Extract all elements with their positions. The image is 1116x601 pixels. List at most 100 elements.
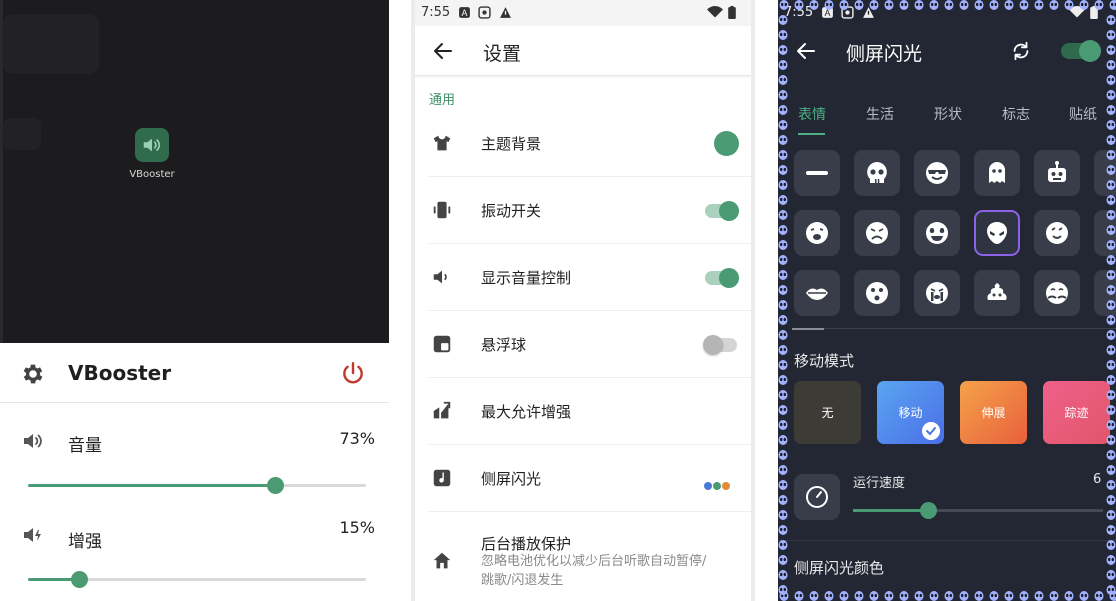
edge-alien-icon xyxy=(778,165,788,175)
mode-option-none[interactable]: 无 xyxy=(794,381,861,444)
sunglasses-face-icon[interactable] xyxy=(914,150,960,196)
surprised-face-icon[interactable] xyxy=(854,270,900,316)
emoji-scroll-indicator xyxy=(792,328,824,330)
boost-slider[interactable] xyxy=(28,570,366,588)
setting-floating-ball[interactable]: 悬浮球 xyxy=(429,311,751,378)
svg-text:A: A xyxy=(825,9,831,19)
edge-alien-icon xyxy=(778,495,788,505)
drool-face-icon[interactable] xyxy=(794,210,840,256)
power-icon[interactable] xyxy=(340,360,366,386)
hug-face-icon[interactable] xyxy=(1034,270,1080,316)
mode-label: 伸展 xyxy=(981,406,1006,420)
edge-alien-icon xyxy=(1049,591,1059,601)
theme-color-dot[interactable] xyxy=(714,131,739,156)
shirt-icon xyxy=(433,135,451,151)
divider xyxy=(778,540,1116,541)
page-title: 设置 xyxy=(483,43,522,65)
back-arrow-icon[interactable] xyxy=(794,39,818,63)
volume-control-toggle[interactable] xyxy=(705,268,739,288)
edge-alien-icon xyxy=(778,570,788,580)
back-arrow-icon[interactable] xyxy=(431,39,455,63)
slider-fill xyxy=(853,509,928,512)
tongue-face-icon[interactable] xyxy=(1034,210,1080,256)
status-bar: 7:55 A xyxy=(415,0,751,26)
floating-ball-toggle[interactable] xyxy=(703,335,737,355)
setting-theme-background[interactable]: 主题背景 xyxy=(429,110,751,177)
tab-life[interactable]: 生活 xyxy=(866,104,894,124)
setting-label: 振动开关 xyxy=(481,202,542,220)
ghost-icon[interactable] xyxy=(974,150,1020,196)
settings-panel: 7:55 A 设置 通用 主题背景 振动开关 显示音量控制 悬浮球 最大允许增强… xyxy=(411,0,755,601)
edge-alien-icon xyxy=(778,450,788,460)
edge-alien-icon xyxy=(778,240,788,250)
refresh-icon[interactable] xyxy=(1010,40,1032,62)
edge-alien-icon xyxy=(914,591,924,601)
crying-face-icon[interactable] xyxy=(914,270,960,316)
emoji-scroll-track xyxy=(824,328,1116,329)
tab-shape[interactable]: 形状 xyxy=(934,104,962,124)
warning-icon xyxy=(863,7,874,18)
lips-icon[interactable] xyxy=(794,270,840,316)
edge-alien-icon xyxy=(1094,591,1104,601)
setting-max-boost[interactable]: 最大允许增强 xyxy=(429,378,751,445)
mode-option-trace[interactable]: 踪迹 xyxy=(1043,381,1110,444)
launcher-widget-placeholder xyxy=(3,118,41,150)
vibration-toggle[interactable] xyxy=(705,201,739,221)
heart-eyes-face-icon[interactable] xyxy=(914,210,960,256)
dash-icon[interactable] xyxy=(794,150,840,196)
edge-alien-icon xyxy=(779,591,789,601)
mode-label: 无 xyxy=(821,406,834,420)
gear-icon[interactable] xyxy=(20,361,46,387)
setting-background-protection[interactable]: 后台播放保护 忽略电池优化以减少后台听歌自动暂停/跳歌/闪退发生 xyxy=(429,512,751,601)
setting-show-volume-control[interactable]: 显示音量控制 xyxy=(429,244,751,311)
vbooster-app-icon[interactable] xyxy=(135,128,169,162)
tab-sticker[interactable]: 贴纸 xyxy=(1069,104,1097,124)
frown-face-icon[interactable] xyxy=(854,210,900,256)
edge-alien-icon xyxy=(778,180,788,190)
battery-icon xyxy=(728,6,736,19)
edge-alien-icon xyxy=(778,285,788,295)
page-title: 侧屏闪光 xyxy=(846,43,923,65)
edge-alien-icon xyxy=(1109,591,1116,601)
edge-alien-icon xyxy=(1106,525,1116,535)
edge-alien-icon xyxy=(809,591,819,601)
setting-edge-flash[interactable]: 侧屏闪光 xyxy=(429,445,751,512)
volume-slider[interactable] xyxy=(28,476,366,494)
toggle-knob xyxy=(703,335,723,355)
poop-icon[interactable] xyxy=(974,270,1020,316)
edge-alien-icon xyxy=(778,315,788,325)
status-time: 7:55 xyxy=(421,5,451,20)
slider-thumb[interactable] xyxy=(266,477,284,494)
robot-icon[interactable] xyxy=(1034,150,1080,196)
edge-flash-app-bar: 侧屏闪光 xyxy=(778,26,1116,76)
skull-icon[interactable] xyxy=(854,150,900,196)
boost-arrow-icon xyxy=(433,401,451,419)
warning-icon xyxy=(500,7,511,18)
partial-emoji-tile[interactable] xyxy=(1094,270,1116,316)
slider-thumb[interactable] xyxy=(920,502,937,519)
slider-thumb[interactable] xyxy=(70,571,88,588)
edge-alien-icon xyxy=(1106,480,1116,490)
edge-alien-icon xyxy=(1106,135,1116,145)
partial-emoji-tile[interactable] xyxy=(1094,210,1116,256)
edge-alien-icon xyxy=(778,345,788,355)
edge-alien-icon xyxy=(778,210,788,220)
tab-emoji[interactable]: 表情 xyxy=(798,104,826,124)
boost-label: 增强 xyxy=(68,532,102,552)
edge-alien-icon xyxy=(944,591,954,601)
partial-emoji-tile[interactable] xyxy=(1094,150,1116,196)
mode-option-stretch[interactable]: 伸展 xyxy=(960,381,1027,444)
edge-alien-icon xyxy=(1106,330,1116,340)
edge-alien-icon xyxy=(778,195,788,205)
tab-logo[interactable]: 标志 xyxy=(1002,104,1030,124)
edge-alien-icon xyxy=(1106,345,1116,355)
edge-alien-icon xyxy=(1106,495,1116,505)
alien-icon[interactable] xyxy=(974,210,1020,256)
edge-flash-master-toggle[interactable] xyxy=(1061,40,1101,62)
mode-option-move[interactable]: 移动 xyxy=(877,381,944,444)
sheet-title: VBooster xyxy=(68,361,172,385)
edge-alien-icon xyxy=(1064,591,1074,601)
speed-slider[interactable] xyxy=(853,502,1103,519)
volume-percent: 73% xyxy=(339,429,375,448)
setting-vibration[interactable]: 振动开关 xyxy=(429,177,751,244)
